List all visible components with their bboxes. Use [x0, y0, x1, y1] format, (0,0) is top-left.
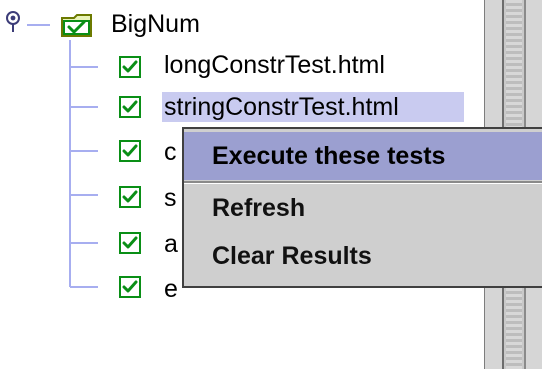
menu-item-label: Refresh	[212, 194, 306, 222]
execute-tests-menu-item[interactable]: Execute these tests	[184, 132, 542, 180]
tree-item-label-selected[interactable]: stringConstrTest.html	[164, 93, 399, 121]
tree-item-label[interactable]: c	[164, 138, 177, 166]
menu-item-label: Clear Results	[212, 242, 372, 270]
checked-checkbox-icon[interactable]	[119, 140, 141, 162]
tree-item-label[interactable]: longConstrTest.html	[164, 51, 385, 79]
tree-item-label[interactable]: s	[164, 184, 177, 212]
expanded-node-handle-icon[interactable]	[2, 10, 24, 34]
checked-checkbox-icon[interactable]	[119, 56, 141, 78]
checked-folder-icon[interactable]	[60, 12, 94, 40]
checked-checkbox-icon[interactable]	[119, 232, 141, 254]
checked-checkbox-icon[interactable]	[119, 96, 141, 118]
tree-item-label[interactable]: e	[164, 275, 178, 303]
context-menu: Execute these tests Refresh Clear Result…	[182, 127, 542, 288]
checked-checkbox-icon[interactable]	[119, 186, 141, 208]
refresh-menu-item[interactable]: Refresh	[184, 184, 542, 232]
clear-results-menu-item[interactable]: Clear Results	[184, 232, 542, 280]
tree-item-label[interactable]: a	[164, 230, 178, 258]
checked-checkbox-icon[interactable]	[119, 276, 141, 298]
root-node-label[interactable]: BigNum	[111, 10, 200, 38]
menu-item-label: Execute these tests	[212, 142, 446, 170]
